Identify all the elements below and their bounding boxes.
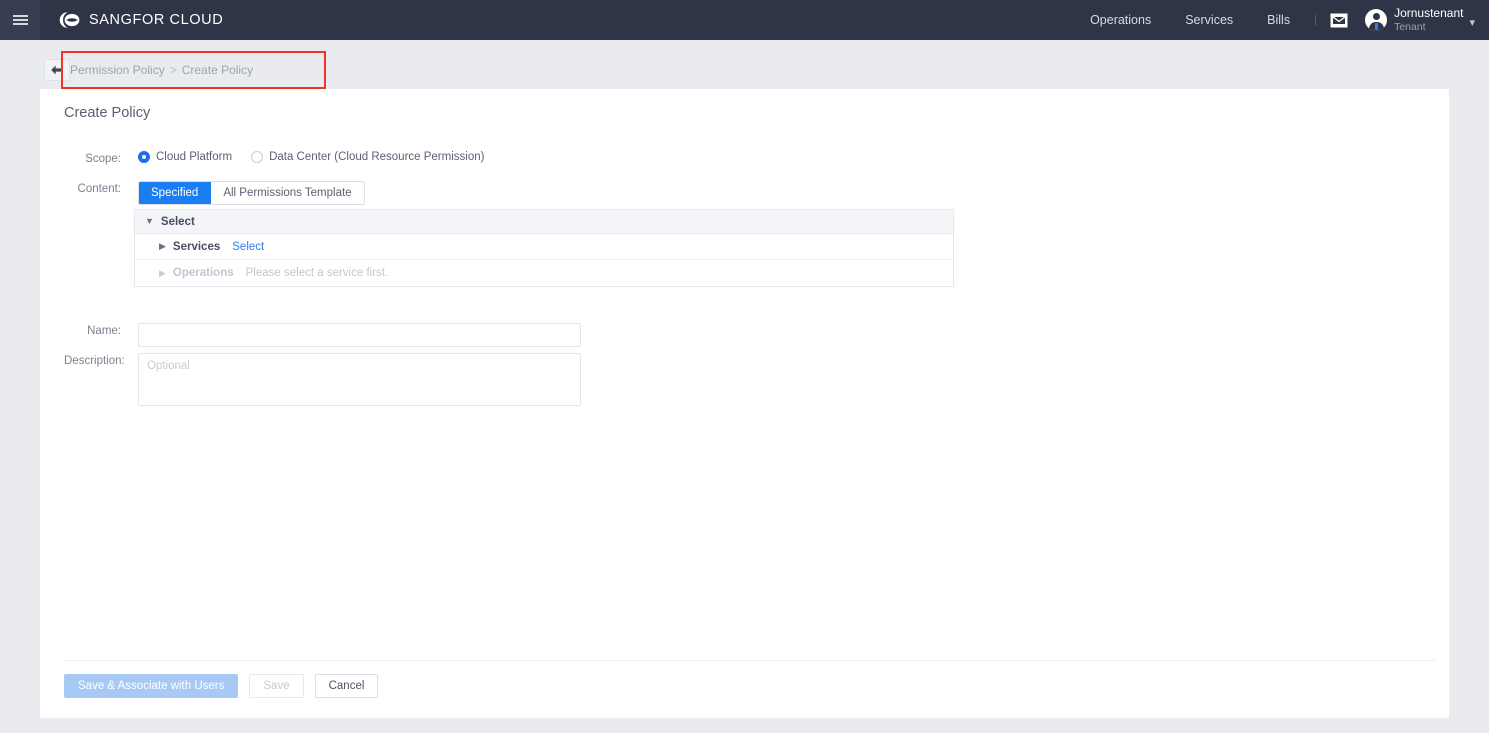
top-navigation-bar: SANGFOR CLOUD Operations Services Bills … — [0, 0, 1489, 40]
services-select-link[interactable]: Select — [232, 241, 264, 253]
nav-item-bills[interactable]: Bills — [1250, 0, 1307, 40]
top-nav-links: Operations Services Bills Jornustenant T… — [1073, 0, 1489, 40]
page-title: Create Policy — [64, 105, 151, 121]
panel-row-label-operations: Operations — [172, 267, 234, 279]
nav-item-operations[interactable]: Operations — [1073, 0, 1168, 40]
description-textarea[interactable] — [138, 353, 581, 406]
scope-label: Scope: — [85, 153, 121, 165]
description-row: Description: — [64, 353, 581, 411]
nav-item-services[interactable]: Services — [1168, 0, 1250, 40]
user-identity: Jornustenant Tenant — [1394, 6, 1464, 33]
content-label: Content: — [77, 183, 121, 195]
back-arrow-icon[interactable] — [44, 59, 70, 81]
description-label: Description: — [64, 355, 125, 367]
hamburger-bar — [12, 15, 28, 17]
radio-dot-icon — [138, 151, 150, 163]
name-input[interactable] — [138, 323, 581, 347]
nav-divider — [1315, 14, 1317, 26]
save-and-associate-button[interactable]: Save & Associate with Users — [64, 674, 239, 698]
description-field-wrap — [138, 353, 581, 411]
radio-cloud-platform[interactable]: Cloud Platform — [138, 151, 232, 163]
sangfor-cloud-logo-icon — [59, 12, 80, 28]
avatar-badge — [1374, 23, 1378, 30]
brand-logo[interactable]: SANGFOR CLOUD — [57, 9, 223, 31]
name-label: Name: — [87, 325, 121, 337]
operations-hint-text: Please select a service first. — [245, 267, 389, 279]
user-name: Jornustenant — [1394, 6, 1464, 21]
panel-header-label: Select — [160, 215, 195, 228]
chevron-down-icon[interactable]: ▾ — [1469, 17, 1475, 29]
hamburger-icon[interactable] — [0, 0, 40, 40]
segmented-control: Specified All Permissions Template — [138, 181, 365, 205]
panel-row-operations: ▶ Operations Please select a service fir… — [135, 260, 953, 286]
name-field-wrap — [138, 323, 581, 347]
chevron-right-icon[interactable]: ▶ — [159, 242, 166, 251]
content-row: Content: Specified All Permissions Templ… — [64, 181, 365, 205]
back-arrow-glyph — [51, 65, 63, 75]
footer-divider — [64, 660, 1436, 661]
tab-all-permissions-template[interactable]: All Permissions Template — [211, 182, 364, 204]
panel-header-select[interactable]: ▼ Select — [135, 210, 953, 234]
hamburger-bar — [12, 23, 28, 25]
panel-row-label-services: Services — [172, 240, 221, 253]
hamburger-bar — [12, 19, 28, 21]
avatar-head — [1372, 13, 1380, 20]
cancel-button[interactable]: Cancel — [314, 674, 379, 698]
envelope-icon[interactable] — [1330, 13, 1348, 28]
envelope-glyph — [1330, 13, 1348, 27]
breadcrumb-separator: > — [169, 63, 177, 77]
radio-label-cloud-platform: Cloud Platform — [156, 151, 233, 163]
radio-dot-icon — [251, 151, 264, 163]
user-role: Tenant — [1394, 20, 1426, 33]
panel-row-services[interactable]: ▶ Services Select — [135, 234, 953, 260]
breadcrumb-parent[interactable]: Permission Policy — [70, 63, 165, 77]
scope-row: Scope: Cloud Platform Data Center (Cloud… — [64, 151, 503, 165]
name-row: Name: — [64, 323, 581, 347]
user-avatar-icon — [1365, 9, 1388, 31]
breadcrumb-current: Create Policy — [181, 63, 254, 77]
radio-label-data-center: Data Center (Cloud Resource Permission) — [269, 151, 485, 163]
footer-actions: Save & Associate with Users Save Cancel — [64, 674, 389, 698]
content-card: Create Policy Scope: Cloud Platform Data… — [40, 89, 1449, 718]
brand-name: SANGFOR CLOUD — [89, 12, 224, 28]
chevron-right-icon: ▶ — [159, 267, 166, 278]
user-menu[interactable]: Jornustenant Tenant ▾ — [1357, 0, 1489, 40]
permission-select-panel: ▼ Select ▶ Services Select ▶ Operations … — [134, 209, 954, 287]
chevron-down-icon: ▼ — [145, 216, 154, 226]
breadcrumb: Permission Policy > Create Policy — [70, 62, 253, 78]
content-segments: Specified All Permissions Template — [138, 181, 365, 205]
radio-data-center[interactable]: Data Center (Cloud Resource Permission) — [251, 151, 484, 163]
save-button[interactable]: Save — [249, 674, 304, 698]
tab-specified[interactable]: Specified — [139, 182, 212, 204]
scope-options: Cloud Platform Data Center (Cloud Resour… — [138, 151, 503, 163]
